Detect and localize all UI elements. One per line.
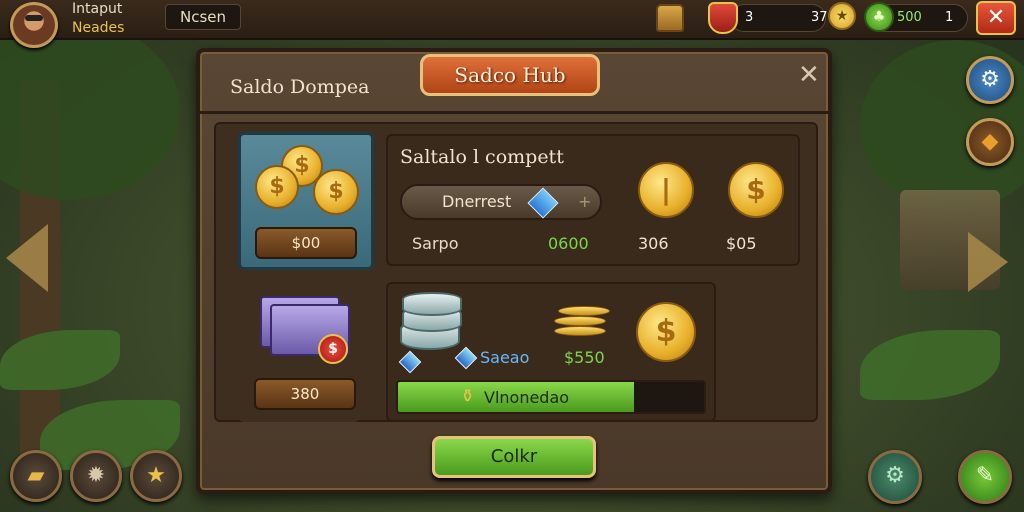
bg-leaf bbox=[0, 330, 120, 390]
clover-icon: ♣ bbox=[864, 2, 894, 32]
gear-icon[interactable]: ⚙ bbox=[966, 56, 1014, 104]
diamond-icon[interactable]: ◆ bbox=[966, 118, 1014, 166]
coins-card[interactable]: $ $ $ $00 bbox=[238, 132, 374, 270]
name-box[interactable]: Ncsen bbox=[165, 4, 241, 30]
coin-icon[interactable]: $ bbox=[636, 302, 696, 362]
dropdown-label: Dnerrest bbox=[442, 192, 512, 211]
gem-icon bbox=[398, 350, 422, 374]
chest-icon[interactable] bbox=[656, 4, 684, 32]
player-name: Intaput bbox=[72, 1, 123, 17]
tickets-price: 380 bbox=[290, 385, 320, 403]
coin-icon: $ bbox=[255, 165, 299, 209]
gold-stack-icon bbox=[554, 316, 606, 326]
close-button[interactable]: ✕ bbox=[976, 1, 1016, 35]
panel-title: Sadco Hub bbox=[420, 54, 600, 96]
bg-leaf bbox=[860, 330, 1000, 400]
map-icon[interactable]: ▰ bbox=[10, 450, 62, 502]
silver-coin-icon bbox=[402, 292, 462, 316]
collect-button[interactable]: Colkr bbox=[432, 436, 596, 478]
progress-icon: ⚱ bbox=[460, 386, 476, 407]
gem-icon bbox=[454, 346, 478, 370]
compete-box: Saltalo l compett Dnerrest + Sarpo 0600 … bbox=[386, 134, 800, 266]
settings-icon[interactable]: ✹ bbox=[70, 450, 122, 502]
avatar[interactable] bbox=[10, 2, 58, 48]
hub-panel: Saldo Dompea Sadco Hub ✕ $ $ $ $00 $ 380… bbox=[196, 48, 832, 494]
tickets-card[interactable]: $ 380 bbox=[238, 284, 360, 422]
reward-value: $550 bbox=[564, 348, 605, 367]
resource-right-value: 500 bbox=[897, 10, 922, 25]
red-badge-icon: $ bbox=[318, 334, 348, 364]
dropdown-plus: + bbox=[578, 192, 592, 211]
gold-stack-icon bbox=[558, 306, 610, 316]
arrow-right-icon[interactable] bbox=[968, 232, 1008, 292]
panel-close-icon[interactable]: ✕ bbox=[798, 60, 820, 90]
top-bar: Intaput Neades Ncsen 3 37 ★ 500 1 ♣ ✕ bbox=[0, 0, 1024, 48]
progress-label: Vlnonedao bbox=[484, 388, 570, 407]
star-coin-icon: ★ bbox=[828, 2, 856, 30]
coins-price: $00 bbox=[291, 234, 321, 252]
pencil-icon[interactable]: ✎ bbox=[958, 450, 1012, 504]
tickets-price-tag: 380 bbox=[254, 378, 356, 410]
gear-green-icon[interactable]: ⚙ bbox=[868, 450, 922, 504]
compete-price-1: 306 bbox=[638, 234, 669, 253]
gem-icon bbox=[527, 187, 559, 219]
player-subtitle: Neades bbox=[72, 20, 125, 36]
reward-progress-bar: ⚱ Vlnonedao bbox=[396, 380, 706, 414]
reward-box: Saeao $550 $ ⚱ Vlnonedao bbox=[386, 282, 716, 422]
arrow-left-icon[interactable] bbox=[6, 224, 48, 292]
compete-title: Saltalo l compett bbox=[400, 146, 564, 168]
compete-row-label: Sarpo bbox=[412, 234, 459, 253]
panel-subtitle: Saldo Dompea bbox=[230, 76, 370, 98]
coins-price-tag: $00 bbox=[255, 227, 357, 259]
coin-icon[interactable]: $ bbox=[728, 162, 784, 218]
coin-icon: $ bbox=[313, 169, 359, 215]
resource-box-left: 3 37 bbox=[730, 4, 828, 32]
reward-label: Saeao bbox=[480, 348, 530, 367]
compete-row-value: 0600 bbox=[548, 234, 589, 253]
resource-right-count: 1 bbox=[945, 10, 954, 25]
compete-price-2: $05 bbox=[726, 234, 757, 253]
resource-left-amount: 37 bbox=[811, 10, 828, 25]
star-icon[interactable]: ★ bbox=[130, 450, 182, 502]
compete-dropdown[interactable]: Dnerrest + bbox=[400, 184, 602, 220]
resource-left-value: 3 bbox=[745, 10, 754, 25]
shield-icon bbox=[708, 2, 738, 34]
coin-icon[interactable]: | bbox=[638, 162, 694, 218]
panel-header: Saldo Dompea Sadco Hub ✕ bbox=[200, 52, 828, 114]
gold-stack-icon bbox=[554, 326, 606, 336]
